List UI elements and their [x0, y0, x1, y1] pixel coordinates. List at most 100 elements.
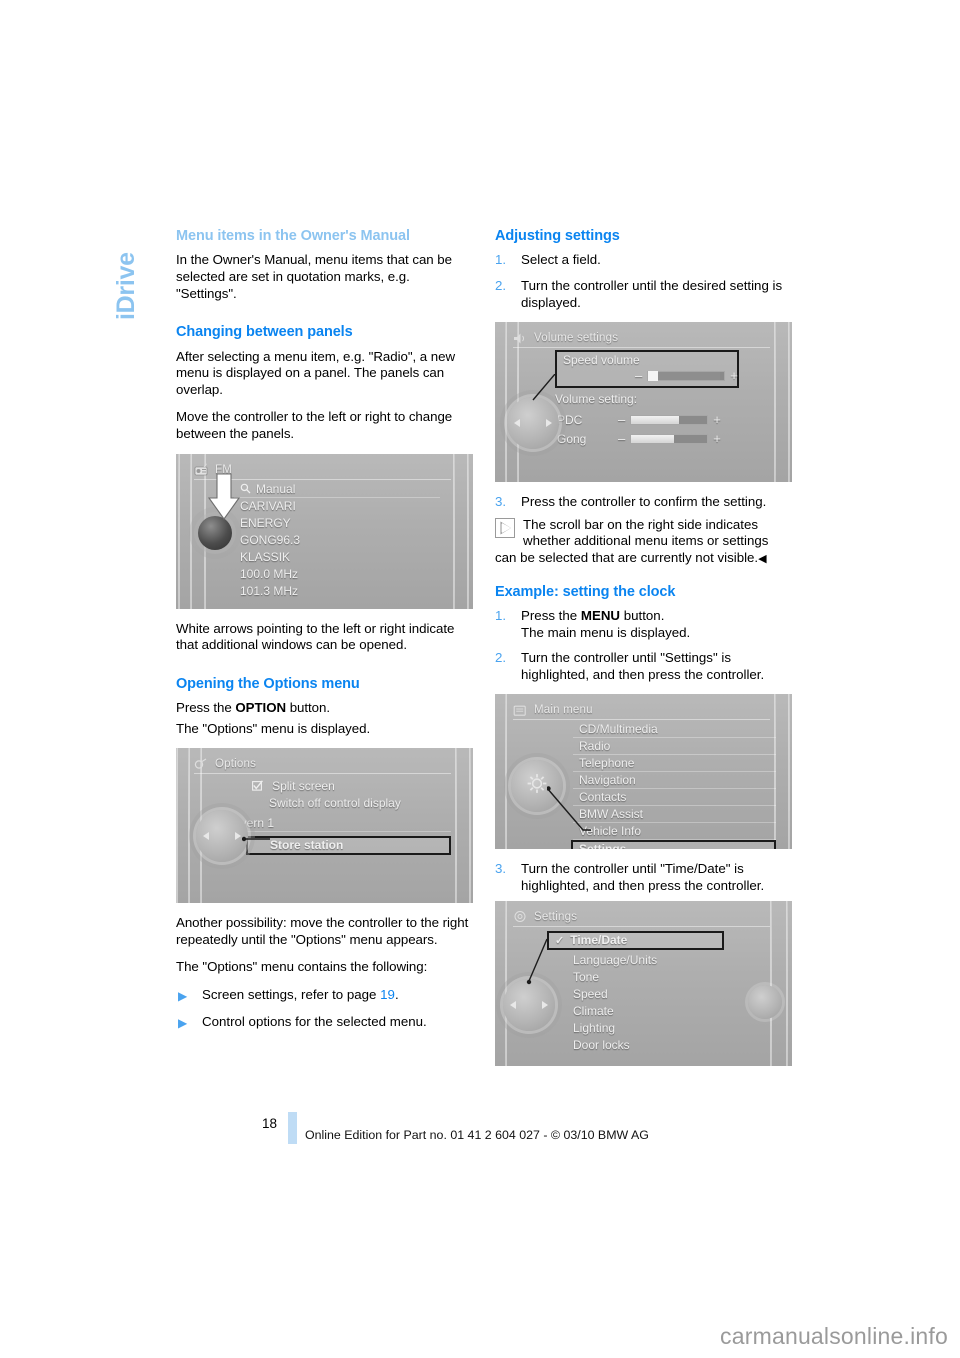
leader-line-settings	[526, 938, 548, 984]
paragraph-changing-panels-1: After selecting a menu item, e.g. "Radio…	[176, 348, 456, 397]
knob-left-arrow-icon-3	[510, 1000, 516, 1009]
main-menu-item-settings[interactable]: Settings	[571, 840, 776, 850]
page-number: 18	[262, 1116, 278, 1131]
menu-icon	[513, 704, 527, 717]
main-menu-screen-title: Main menu	[534, 704, 593, 717]
checkbox-checked-icon[interactable]	[252, 780, 266, 793]
white-down-arrow-icon	[207, 472, 241, 520]
note-triangle-icon	[495, 517, 515, 538]
main-menu-item-vehicle-info[interactable]: Vehicle Info	[573, 823, 776, 841]
options-item-split-screen[interactable]: Split screen	[246, 778, 451, 795]
speaker-icon	[513, 332, 527, 345]
bullet-screen-settings: ▶ Screen settings, refer to page 19.	[176, 987, 473, 1004]
settings-item-door-locks[interactable]: Door locks	[547, 1037, 724, 1054]
heading-changing-panels: Changing between panels	[176, 324, 353, 341]
step-number-3: 3.	[495, 494, 507, 510]
fm-item-freq-1000[interactable]: 100.0 MHz	[234, 566, 440, 583]
step-press-menu: 1. Press the MENU button. The main menu …	[495, 608, 792, 641]
step-press-menu-text: Press the MENU button.	[521, 607, 665, 623]
main-menu-item-contacts[interactable]: Contacts	[573, 789, 776, 807]
step-press-controller-text: Press the controller to confirm the sett…	[521, 494, 767, 510]
speed-volume-slider-row[interactable]: – +	[635, 369, 738, 382]
main-menu-item-cd-multimedia[interactable]: CD/Multimedia	[573, 721, 776, 739]
main-menu-list: CD/Multimedia Radio Telephone Navigation…	[571, 721, 776, 850]
step-number-e2: 2.	[495, 650, 507, 666]
step-press-menu-subtext: The main menu is displayed.	[521, 624, 691, 640]
settings-item-speed[interactable]: Speed	[547, 986, 724, 1003]
main-menu-item-navigation[interactable]: Navigation	[573, 772, 776, 790]
fm-item-carivari[interactable]: CARIVARI	[234, 498, 440, 515]
main-menu-item-telephone[interactable]: Telephone	[573, 755, 776, 773]
paragraph-press-option: Press the OPTION button.	[176, 700, 331, 716]
knob-left-arrow-icon	[203, 832, 209, 841]
plus-sign-speed[interactable]: +	[730, 369, 738, 382]
settings-screen-title: Settings	[534, 910, 578, 923]
example-clock-step3: 3. Turn the controller until "Time/Date"…	[495, 861, 792, 894]
fm-item-klassik[interactable]: KLASSIK	[234, 549, 440, 566]
secondary-knob[interactable]	[748, 984, 782, 1019]
options-item-split-screen-label: Split screen	[272, 779, 335, 794]
gong-slider[interactable]	[630, 434, 709, 445]
fm-station-list: Manual CARIVARI ENERGY GONG96.3 KLASSIK …	[234, 481, 440, 600]
fm-item-manual[interactable]: Manual	[234, 481, 440, 498]
paragraph-menu-items: In the Owner's Manual, menu items that c…	[176, 252, 452, 301]
settings-item-language-units[interactable]: Language/Units	[547, 952, 724, 969]
gong-slider-row[interactable]: Gong – +	[557, 432, 721, 446]
speed-volume-slider-track	[658, 372, 721, 381]
settings-item-tone[interactable]: Tone	[547, 969, 724, 986]
minus-sign-speed[interactable]: –	[635, 369, 642, 382]
bullet-control-options-text: Control options for the selected menu.	[202, 1013, 427, 1029]
page-footer: 18 Online Edition for Part no. 01 41 2 6…	[0, 1108, 960, 1148]
pdc-slider-row[interactable]: PDC – +	[557, 413, 721, 427]
volume-screen-header: Volume settings	[513, 329, 770, 349]
settings-item-climate[interactable]: Climate	[547, 1003, 724, 1020]
knob-right-arrow-icon	[235, 832, 241, 841]
paragraph-options-displayed: The "Options" menu is displayed.	[176, 720, 371, 736]
footer-edition-text: Online Edition for Part no. 01 41 2 604 …	[305, 1128, 649, 1142]
site-watermark: carmanualsonline.info	[720, 1323, 948, 1349]
heading-adjusting-settings: Adjusting settings	[495, 228, 620, 244]
options-item-switch-off-display[interactable]: Switch off control display	[246, 795, 451, 812]
main-menu-item-bmw-assist[interactable]: BMW Assist	[573, 806, 776, 824]
minus-sign-gong[interactable]: –	[618, 432, 625, 445]
bullet-screen-settings-suffix: .	[394, 987, 399, 1003]
knob-right-arrow-icon-3	[542, 1000, 548, 1009]
settings-item-lighting[interactable]: Lighting	[547, 1020, 724, 1037]
gear-icon	[526, 773, 548, 800]
figure-settings-screen: Settings ✓ Time/Date Language/Units Tone …	[495, 900, 792, 1066]
step-number-e3: 3.	[495, 861, 507, 877]
options-icon	[194, 758, 208, 771]
menu-button-bold: MENU	[580, 607, 621, 623]
leader-line-main-menu	[547, 786, 591, 832]
speed-volume-slider[interactable]	[647, 371, 726, 382]
step-turn-to-settings: 2. Turn the controller until "Settings" …	[495, 650, 792, 683]
paragraph-another-possibility: Another possibility: move the controller…	[176, 915, 469, 947]
adjusting-settings-steps: 1. Select a field. 2. Turn the controlle…	[495, 252, 792, 311]
example-clock-steps: 1. Press the MENU button. The main menu …	[495, 608, 792, 683]
note-scrollbar: The scroll bar on the right side indicat…	[495, 517, 792, 568]
speed-volume-slider-handle[interactable]	[648, 371, 659, 382]
fm-item-freq-1013[interactable]: 101.3 MHz	[234, 583, 440, 600]
triangle-bullet-icon: ▶	[178, 989, 188, 1004]
manual-page: iDrive Menu items in the Owner's Manual …	[0, 0, 960, 1358]
minus-sign-pdc[interactable]: –	[618, 413, 625, 426]
page-reference-19[interactable]: 19	[380, 987, 395, 1002]
plus-sign-pdc[interactable]: +	[713, 413, 721, 426]
step-turn-to-settings-text: Turn the controller until "Settings" is …	[521, 650, 765, 682]
gong-label: Gong	[557, 432, 587, 447]
settings-list: ✓ Time/Date Language/Units Tone Speed Cli…	[547, 930, 724, 1054]
plus-sign-gong[interactable]: +	[713, 432, 721, 445]
speed-volume-label: Speed volume	[563, 353, 640, 368]
step-turn-controller: 2. Turn the controller until the desired…	[495, 278, 792, 311]
fm-item-energy[interactable]: ENERGY	[234, 515, 440, 532]
controller-knob-options[interactable]	[196, 810, 248, 863]
search-icon	[240, 482, 251, 493]
step-turn-to-timedate: 3. Turn the controller until "Time/Date"…	[495, 861, 792, 894]
main-menu-screen-header: Main menu	[513, 701, 770, 721]
pdc-slider[interactable]	[630, 415, 709, 426]
main-menu-item-radio[interactable]: Radio	[573, 738, 776, 756]
heading-menu-items: Menu items in the Owner's Manual	[176, 228, 410, 244]
fm-item-gong[interactable]: GONG96.3	[234, 532, 440, 549]
step-turn-controller-text: Turn the controller until the desired se…	[521, 277, 783, 310]
settings-item-time-date[interactable]: ✓ Time/Date	[547, 930, 724, 950]
